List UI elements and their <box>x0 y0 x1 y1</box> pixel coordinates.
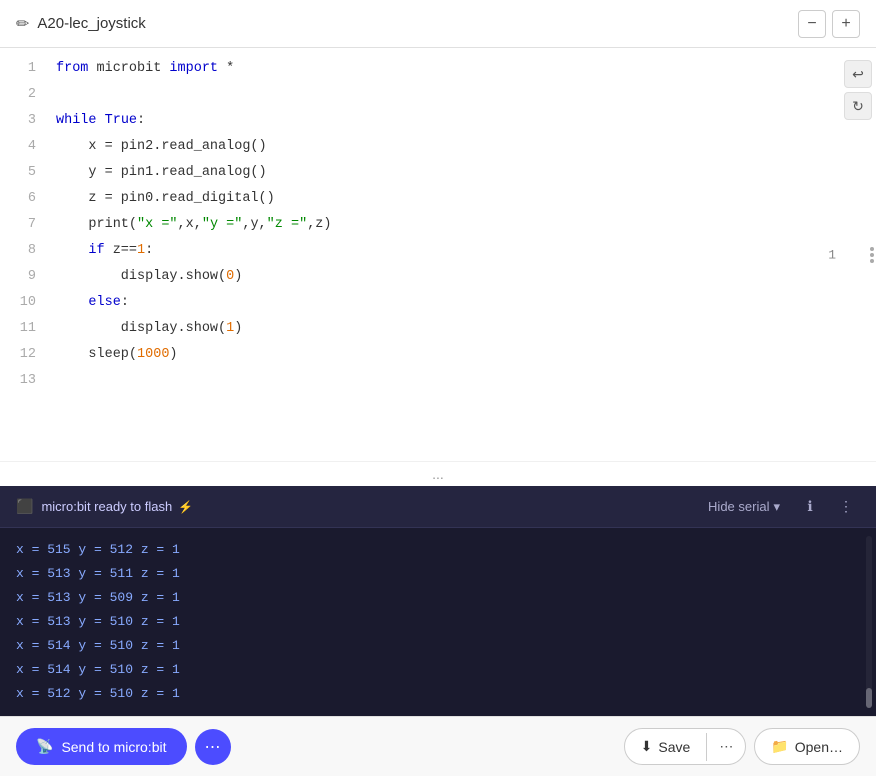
serial-line: x = 514 y = 510 z = 1 <box>16 634 860 658</box>
cursor-position: 1 <box>828 247 836 262</box>
serial-header: ⬛ micro:bit ready to flash ⚡ Hide serial… <box>0 486 876 528</box>
serial-more-button[interactable]: ⋮ <box>832 493 860 521</box>
serial-line: x = 513 y = 509 z = 1 <box>16 586 860 610</box>
serial-controls: Hide serial ▾ ℹ ⋮ <box>700 493 860 521</box>
serial-terminal-icon: ⬛ <box>16 498 33 515</box>
edit-icon: ✏ <box>16 14 29 34</box>
bottom-toolbar: 📡 Send to micro:bit ⋯ ⬇ Save ⋯ 📁 Open… <box>0 716 876 776</box>
ellipsis-separator: ... <box>0 461 876 486</box>
code-editor[interactable]: 12345678910111213 from microbit import *… <box>0 48 876 461</box>
save-label: Save <box>658 739 690 755</box>
serial-line: x = 513 y = 510 z = 1 <box>16 610 860 634</box>
save-more-button[interactable]: ⋯ <box>707 729 745 764</box>
serial-line: x = 515 y = 512 z = 1 <box>16 538 860 562</box>
code-content[interactable]: from microbit import * while True: x = p… <box>48 56 876 453</box>
serial-output: x = 515 y = 512 z = 1x = 513 y = 511 z =… <box>0 528 876 716</box>
editor-side-buttons: ↩ ↻ <box>840 56 876 124</box>
serial-line: x = 514 y = 510 z = 1 <box>16 658 860 682</box>
serial-status: micro:bit ready to flash ⚡ <box>41 499 700 514</box>
serial-line: x = 513 y = 511 z = 1 <box>16 562 860 586</box>
send-to-microbit-button[interactable]: 📡 Send to micro:bit <box>16 728 187 765</box>
header: ✏ A20-lec_joystick − + <box>0 0 876 48</box>
serial-status-text: micro:bit ready to flash <box>41 499 172 514</box>
editor-area: 12345678910111213 from microbit import *… <box>0 48 876 461</box>
send-label: Send to micro:bit <box>61 739 166 755</box>
open-button[interactable]: 📁 Open… <box>755 729 859 764</box>
zoom-out-button[interactable]: − <box>798 10 826 38</box>
editor-context-menu[interactable] <box>870 247 874 263</box>
hide-serial-button[interactable]: Hide serial ▾ <box>700 495 788 519</box>
save-icon: ⬇ <box>641 738 653 755</box>
send-icon: 📡 <box>36 738 53 755</box>
serial-scrollbar[interactable] <box>866 536 872 708</box>
serial-scrollbar-thumb <box>866 688 872 708</box>
open-button-group: 📁 Open… <box>754 728 860 765</box>
file-title: A20-lec_joystick <box>37 15 798 32</box>
send-more-button[interactable]: ⋯ <box>195 729 231 765</box>
redo-button[interactable]: ↻ <box>844 92 872 120</box>
dot2 <box>870 253 874 257</box>
hide-serial-label: Hide serial <box>708 499 769 514</box>
undo-button[interactable]: ↩ <box>844 60 872 88</box>
chevron-down-icon: ▾ <box>773 499 780 515</box>
zoom-in-button[interactable]: + <box>832 10 860 38</box>
save-button[interactable]: ⬇ Save <box>625 729 707 764</box>
dot3 <box>870 259 874 263</box>
zoom-controls: − + <box>798 10 860 38</box>
serial-panel: ⬛ micro:bit ready to flash ⚡ Hide serial… <box>0 486 876 716</box>
serial-line: x = 512 y = 510 z = 1 <box>16 682 860 706</box>
serial-info-button[interactable]: ℹ <box>796 493 824 521</box>
dot1 <box>870 247 874 251</box>
open-label: Open… <box>795 739 843 755</box>
line-numbers: 12345678910111213 <box>0 56 48 453</box>
open-icon: 📁 <box>771 738 788 755</box>
flash-icon: ⚡ <box>178 500 193 514</box>
save-button-group: ⬇ Save ⋯ <box>624 728 747 765</box>
